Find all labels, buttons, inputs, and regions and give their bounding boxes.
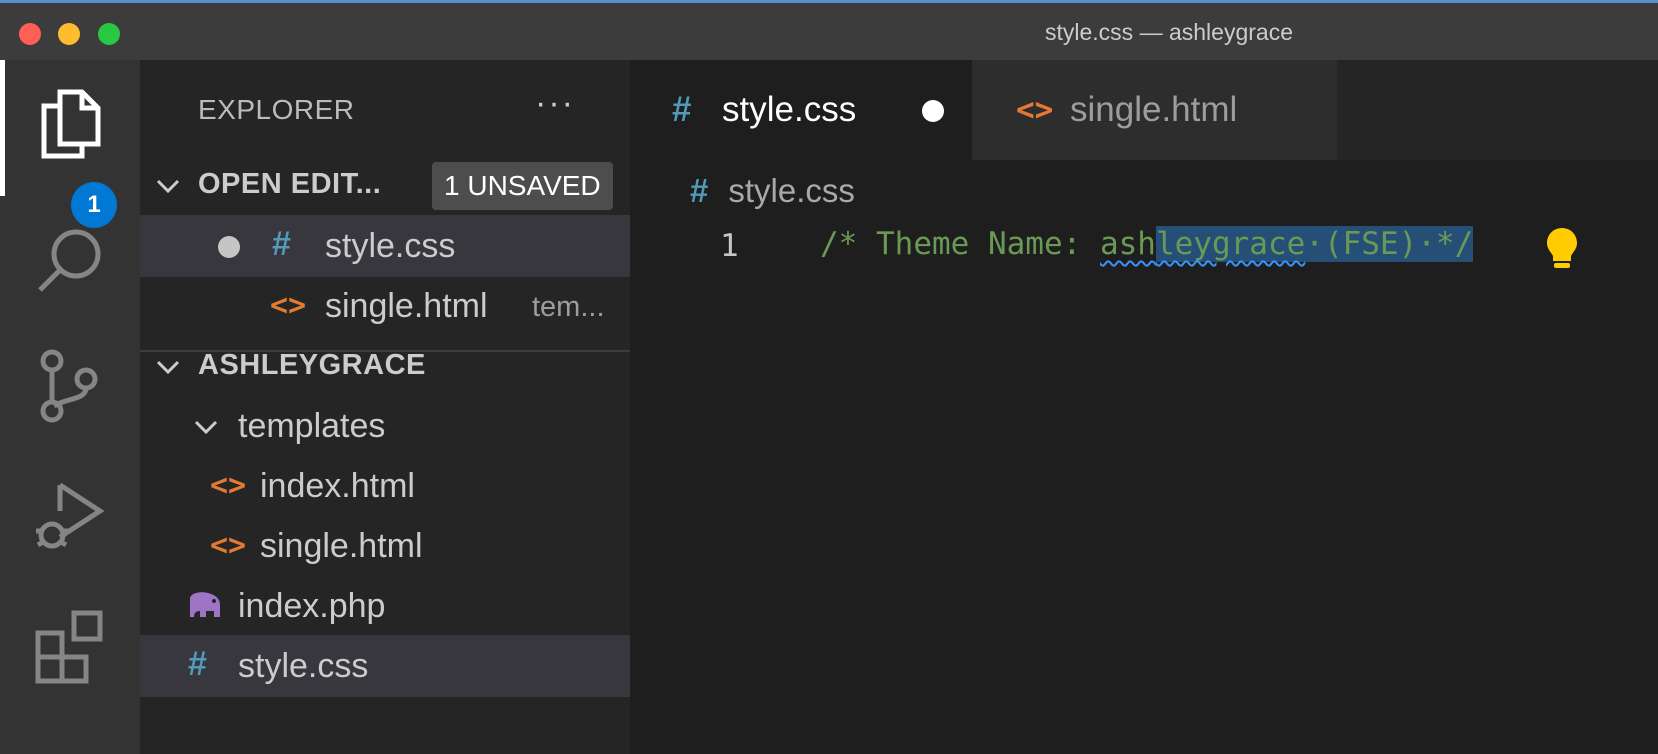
open-editors-label: OPEN EDIT... bbox=[198, 168, 382, 200]
line-number: 1 bbox=[720, 228, 739, 264]
php-elephant-icon bbox=[190, 592, 220, 617]
code-line[interactable]: /* Theme Name: ashleygrace·(FSE)·*/ bbox=[820, 226, 1474, 262]
breadcrumb-file[interactable]: style.css bbox=[728, 172, 855, 209]
breadcrumb[interactable]: # style.css bbox=[690, 172, 855, 210]
folder-item-templates[interactable]: templates bbox=[140, 395, 630, 457]
active-view-indicator bbox=[0, 60, 5, 196]
file-label: style.css bbox=[325, 227, 456, 265]
css-file-icon: # bbox=[690, 172, 709, 209]
unsaved-dot-icon[interactable] bbox=[922, 100, 944, 122]
spelling-squiggle: ash bbox=[1099, 226, 1156, 262]
explorer-icon[interactable] bbox=[30, 82, 110, 162]
unsaved-dot-icon[interactable] bbox=[218, 236, 240, 258]
file-description: tem... bbox=[532, 291, 605, 323]
extensions-icon[interactable] bbox=[30, 605, 110, 685]
html-file-icon: <> bbox=[270, 288, 307, 323]
file-label: index.php bbox=[238, 587, 386, 625]
file-label: single.html bbox=[325, 287, 488, 325]
css-file-icon: # bbox=[272, 225, 291, 263]
chevron-down-icon bbox=[194, 420, 218, 435]
title-bar: style.css — ashleygrace bbox=[0, 0, 1658, 60]
selected-text: ·(FSE)·*/ bbox=[1305, 226, 1474, 262]
explorer-sidebar: EXPLORER ··· OPEN EDIT... 1 UNSAVED # st… bbox=[140, 60, 630, 754]
source-control-icon[interactable] bbox=[30, 345, 110, 425]
search-icon[interactable] bbox=[30, 220, 110, 300]
open-editor-item-style-css[interactable]: # style.css bbox=[140, 215, 630, 277]
tab-label: single.html bbox=[1070, 90, 1238, 129]
selected-text: leygrace bbox=[1155, 226, 1306, 262]
unsaved-count-badge: 1 UNSAVED bbox=[432, 162, 613, 210]
editor-tab-bar: # style.css <> single.html bbox=[630, 60, 1658, 160]
html-file-icon: <> bbox=[210, 528, 247, 563]
chevron-down-icon bbox=[156, 179, 180, 194]
file-label: single.html bbox=[260, 527, 423, 565]
file-item-index-php[interactable]: index.php bbox=[140, 575, 630, 637]
html-file-icon: <> bbox=[1016, 92, 1054, 128]
file-item-style-css[interactable]: # style.css bbox=[140, 635, 630, 697]
tab-single-html[interactable]: <> single.html bbox=[972, 60, 1337, 160]
run-debug-icon[interactable] bbox=[30, 475, 110, 555]
code-comment-prefix: /* Theme Name: bbox=[820, 226, 1100, 262]
workspace-section-header[interactable]: ASHLEYGRACE bbox=[140, 335, 630, 397]
file-label: style.css bbox=[238, 647, 369, 685]
file-item-single-html[interactable]: <> single.html bbox=[140, 515, 630, 577]
code-editor[interactable]: # style.css 1 /* Theme Name: ashleygrace·… bbox=[630, 160, 1658, 754]
explorer-title: EXPLORER bbox=[198, 94, 355, 125]
workspace-label: ASHLEYGRACE bbox=[198, 349, 426, 381]
explorer-header: EXPLORER ··· bbox=[140, 60, 630, 160]
open-editor-item-single-html[interactable]: <> single.html tem... bbox=[140, 275, 630, 337]
activity-bar: 1 bbox=[0, 60, 140, 754]
tab-label: style.css bbox=[722, 90, 857, 129]
html-file-icon: <> bbox=[210, 468, 247, 503]
css-file-icon: # bbox=[188, 645, 207, 683]
chevron-down-icon bbox=[156, 360, 180, 375]
lightbulb-icon[interactable] bbox=[1544, 226, 1580, 270]
window-title: style.css — ashleygrace bbox=[1045, 19, 1293, 45]
file-label: index.html bbox=[260, 467, 415, 505]
more-actions-button[interactable]: ··· bbox=[535, 84, 575, 123]
tab-style-css[interactable]: # style.css bbox=[630, 60, 972, 160]
css-file-icon: # bbox=[672, 90, 692, 129]
open-editors-section-header[interactable]: OPEN EDIT... 1 UNSAVED bbox=[140, 154, 630, 216]
folder-label: templates bbox=[238, 407, 386, 445]
file-item-index-html[interactable]: <> index.html bbox=[140, 455, 630, 517]
